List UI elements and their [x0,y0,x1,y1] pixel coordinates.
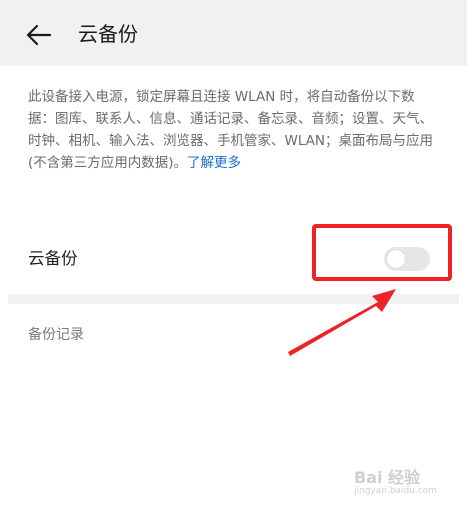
backup-description: 此设备接入电源，锁定屏幕且连接 WLAN 时，将自动备份以下数据：图库、联系人、… [28,86,440,174]
learn-more-link[interactable]: 了解更多 [187,155,241,171]
annotation-highlight-box [312,224,452,281]
backup-records-item[interactable]: 备份记录 [28,325,84,345]
watermark-logo: Bai 经验 jingyan.baidu.com [354,460,454,504]
watermark-subtext: jingyan.baidu.com [354,486,438,496]
back-button[interactable] [22,18,56,52]
watermark-text: Bai 经验 [354,468,421,487]
settings-page: 云备份 此设备接入电源，锁定屏幕且连接 WLAN 时，将自动备份以下数据：图库、… [0,0,467,513]
arrow-left-icon [26,24,52,46]
toggle-knob [387,250,405,268]
header-bar: 云备份 [0,0,467,66]
cloud-backup-toggle[interactable] [384,247,430,271]
cloud-backup-label: 云备份 [28,249,78,268]
page-title: 云备份 [78,22,138,46]
section-divider [8,294,459,304]
